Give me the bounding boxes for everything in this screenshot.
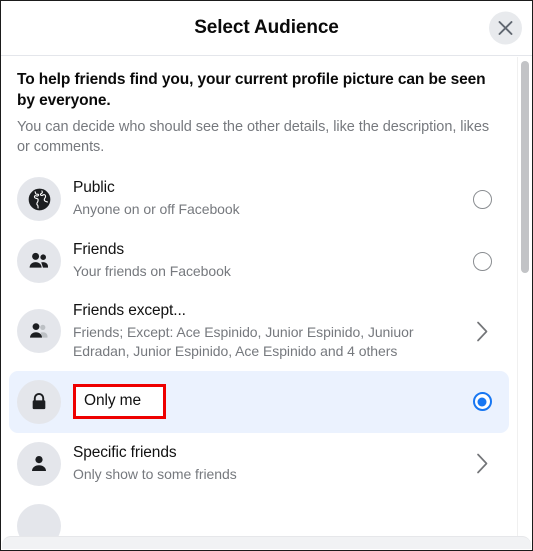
- option-label: Friends: [73, 241, 124, 259]
- globe-icon: [28, 188, 51, 211]
- friends-icon: [27, 249, 51, 273]
- dialog-title: Select Audience: [194, 17, 339, 38]
- option-row-only-me[interactable]: Only me: [9, 370, 509, 433]
- intro-section: To help friends find you, your current p…: [1, 56, 517, 164]
- option-text: Specific friends Only show to some frien…: [73, 443, 455, 484]
- audience-options-list: Public Anyone on or off Facebook Friends…: [1, 164, 517, 550]
- option-control[interactable]: [467, 392, 497, 412]
- option-label-wrapper: Only me: [73, 384, 455, 420]
- radio-button-only-me[interactable]: [472, 392, 492, 412]
- option-description: Anyone on or off Facebook: [73, 201, 240, 218]
- radio-button-public[interactable]: [472, 189, 492, 209]
- option-control[interactable]: [467, 251, 497, 271]
- option-avatar: [17, 309, 61, 354]
- person-icon: [27, 452, 51, 476]
- option-text: Friends Your friends on Facebook: [73, 240, 455, 281]
- option-row-friends-except[interactable]: Friends except... Friends; Except: Ace E…: [9, 292, 509, 371]
- dialog-header: Select Audience: [1, 1, 532, 56]
- option-description: Only show to some friends: [73, 466, 237, 483]
- option-row-specific-friends[interactable]: Specific friends Only show to some frien…: [9, 433, 509, 495]
- select-audience-dialog: Select Audience To help friends find you…: [0, 0, 533, 551]
- option-row-friends[interactable]: Friends Your friends on Facebook: [9, 230, 509, 292]
- radio-button-friends[interactable]: [472, 251, 492, 271]
- option-control[interactable]: [467, 321, 497, 342]
- scrollbar-track[interactable]: [517, 57, 531, 549]
- option-label: Public: [73, 179, 115, 197]
- friends-except-icon: [27, 319, 51, 343]
- intro-title: To help friends find you, your current p…: [17, 71, 486, 109]
- chevron-right-icon: [476, 321, 489, 342]
- intro-subtitle: You can decide who should see the other …: [17, 118, 490, 156]
- option-row-public[interactable]: Public Anyone on or off Facebook: [9, 168, 509, 230]
- option-label: Only me: [73, 384, 167, 420]
- option-avatar: [17, 239, 61, 283]
- lock-icon: [28, 391, 50, 413]
- option-description: Your friends on Facebook: [73, 263, 231, 280]
- option-text: Only me: [73, 384, 455, 420]
- chevron-right-icon: [476, 453, 489, 474]
- option-label: Friends except...: [73, 302, 186, 319]
- option-control[interactable]: [467, 453, 497, 474]
- close-button[interactable]: [489, 11, 522, 45]
- option-label: Specific friends: [73, 444, 177, 462]
- scrollbar-thumb[interactable]: [521, 61, 529, 273]
- option-control[interactable]: [467, 189, 497, 209]
- close-icon: [497, 20, 514, 37]
- option-text: Friends except... Friends; Except: Ace E…: [73, 301, 455, 362]
- option-text: Public Anyone on or off Facebook: [73, 178, 455, 219]
- option-avatar: [17, 177, 61, 221]
- option-description: Friends; Except: Ace Espinido, Junior Es…: [73, 324, 414, 360]
- option-avatar: [17, 441, 61, 486]
- option-avatar: [17, 379, 61, 424]
- dialog-footer: [2, 536, 531, 549]
- dialog-body: To help friends find you, your current p…: [1, 56, 532, 550]
